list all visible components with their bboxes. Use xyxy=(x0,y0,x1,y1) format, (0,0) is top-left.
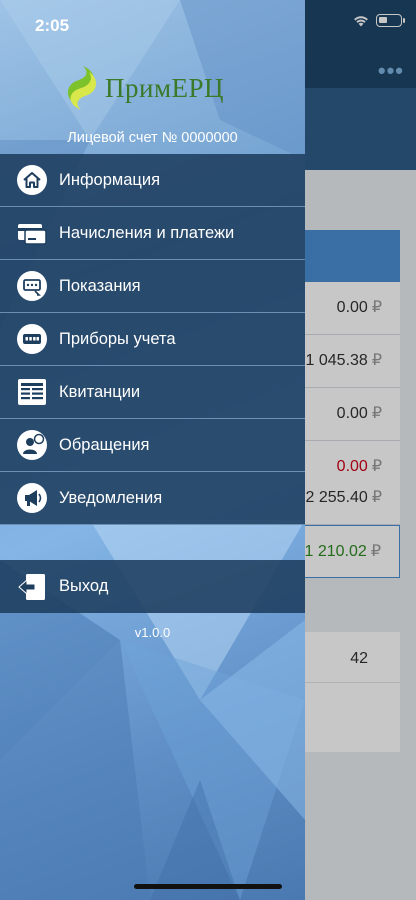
side-drawer: 2:05 ПримЕРЦ Лицевой счет № 0000000 Инфо… xyxy=(0,0,305,900)
megaphone-icon xyxy=(17,483,47,513)
app-logo: ПримЕРЦ xyxy=(63,64,224,112)
meter-readings-icon xyxy=(17,271,47,301)
menu-item-charges-payments[interactable]: Начисления и платежи xyxy=(0,207,305,260)
exit-icon xyxy=(17,572,47,602)
menu-item-notifications[interactable]: Уведомления xyxy=(0,472,305,525)
logout-button[interactable]: Выход xyxy=(0,560,305,613)
logo-text: ПримЕРЦ xyxy=(105,72,225,103)
menu-label: Квитанции xyxy=(59,382,141,401)
app-version: v1.0.0 xyxy=(134,625,171,640)
menu-item-readings[interactable]: Показания xyxy=(0,260,305,313)
logo-icon xyxy=(67,66,97,110)
user-message-icon xyxy=(17,430,47,460)
menu-label: Обращения xyxy=(59,435,150,454)
menu-label: Приборы учета xyxy=(59,329,176,348)
menu-item-receipts[interactable]: Квитанции xyxy=(0,366,305,419)
home-indicator[interactable] xyxy=(134,884,282,889)
home-icon xyxy=(17,165,47,195)
meter-device-icon xyxy=(17,324,47,354)
logout-label: Выход xyxy=(59,577,109,595)
drawer-menu: Информация Начисления и платежи Показани… xyxy=(0,154,305,525)
menu-label: Показания xyxy=(59,276,141,295)
menu-item-meters[interactable]: Приборы учета xyxy=(0,313,305,366)
account-number: Лицевой счет № 0000000 xyxy=(67,130,238,146)
menu-item-requests[interactable]: Обращения xyxy=(0,419,305,472)
menu-item-information[interactable]: Информация xyxy=(0,154,305,207)
menu-label: Информация xyxy=(59,170,161,189)
receipt-icon xyxy=(17,377,47,407)
status-time: 2:05 xyxy=(35,16,70,35)
menu-label: Начисления и платежи xyxy=(59,223,235,242)
credit-card-icon xyxy=(17,218,47,248)
menu-label: Уведомления xyxy=(59,488,163,507)
